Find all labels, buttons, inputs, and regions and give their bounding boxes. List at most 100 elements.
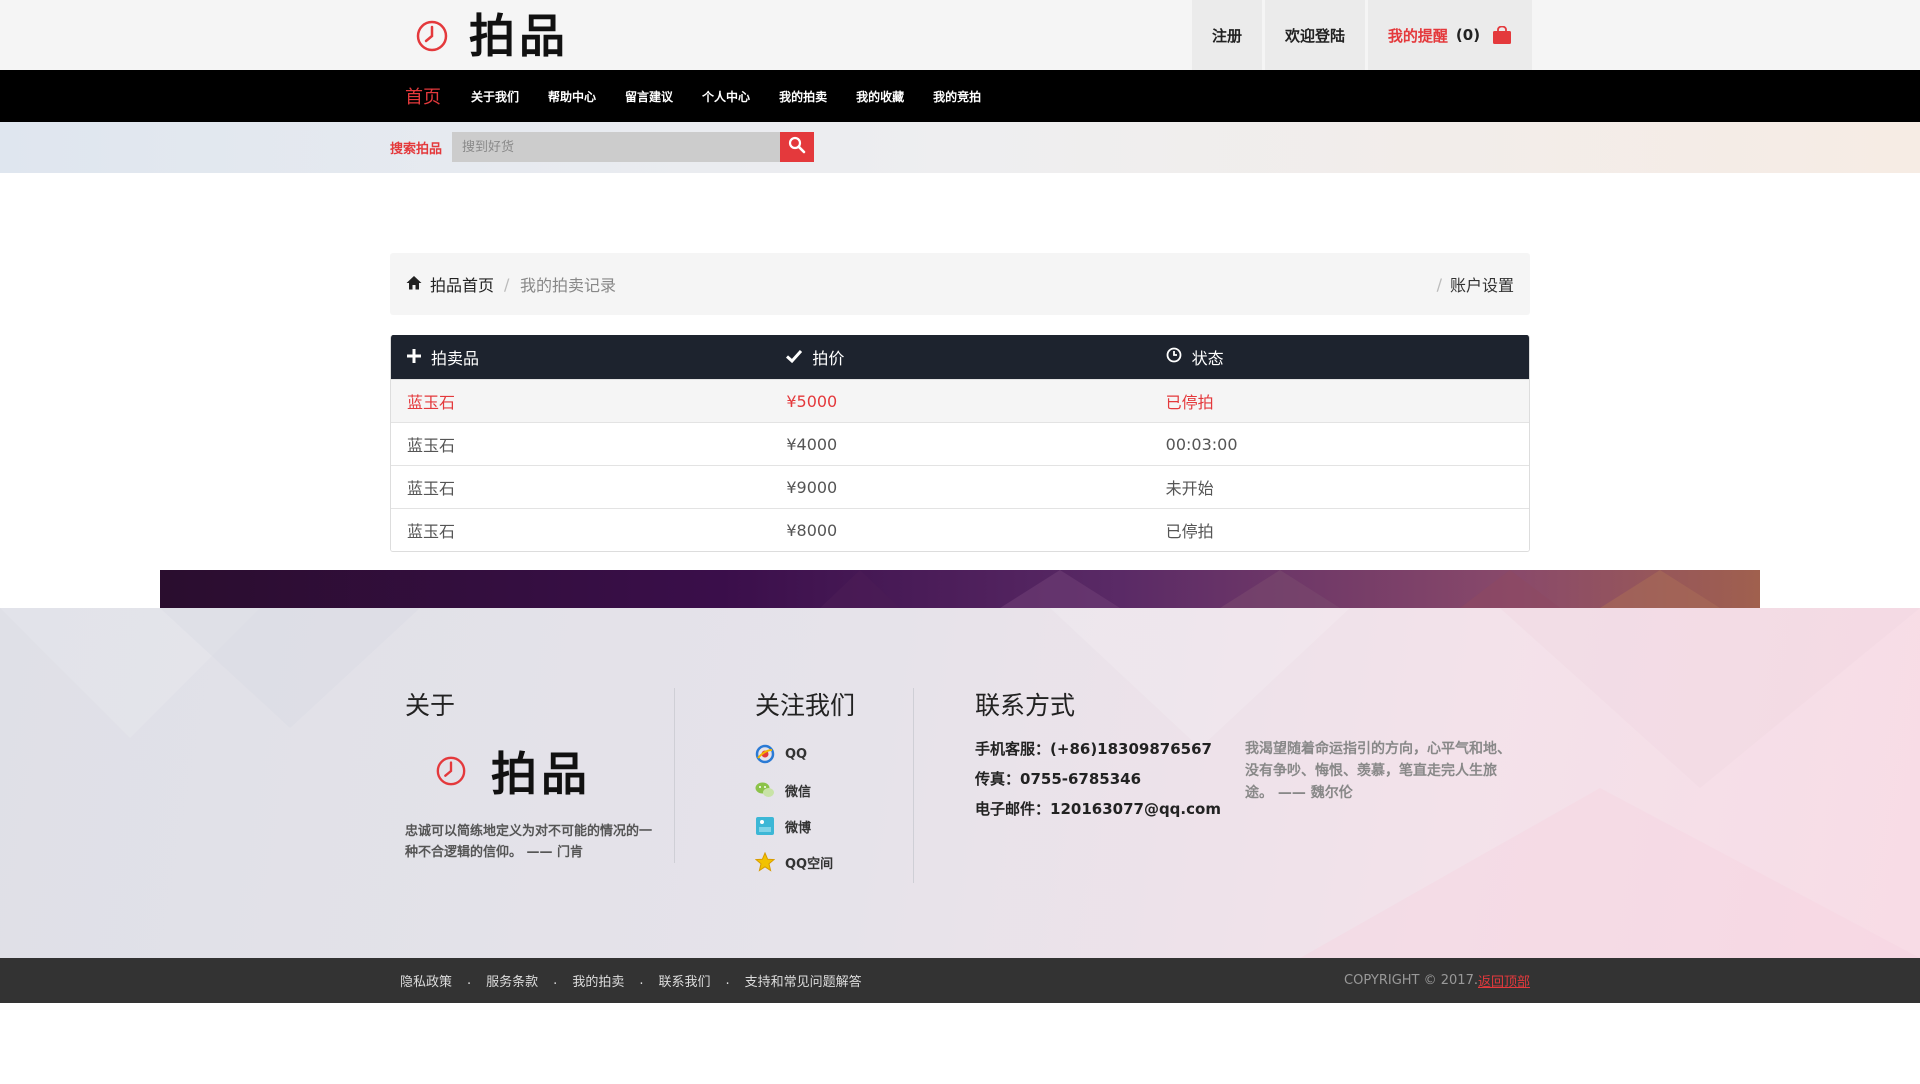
user-links: 注册 欢迎登陆 我的提醒 (0) (1192, 0, 1532, 70)
support-faq-link[interactable]: 支持和常见问题解答 (745, 971, 862, 990)
decorative-banner (160, 570, 1760, 608)
privacy-policy-link[interactable]: 隐私政策 (400, 971, 452, 990)
account-settings-link[interactable]: / 账户设置 (1437, 253, 1514, 315)
contact-phone: 手机客服：(+86)18309876567 (975, 734, 1221, 764)
breadcrumb-home-link[interactable]: 拍品首页 (406, 253, 494, 315)
column-divider (913, 688, 914, 883)
price-cell: ¥9000 (786, 477, 838, 497)
email-value: 120163077@qq.com (1050, 800, 1221, 818)
qq-icon (755, 744, 775, 764)
breadcrumb: 拍品首页 / 我的拍卖记录 / 账户设置 (390, 253, 1530, 315)
clock-icon (1166, 347, 1192, 367)
login-link[interactable]: 欢迎登陆 (1265, 0, 1365, 70)
register-label: 注册 (1211, 26, 1242, 45)
social-label: 微博 (785, 820, 812, 836)
search-input[interactable] (452, 132, 780, 162)
email-label: 电子邮件： (975, 800, 1051, 818)
brand-name: 拍品 (469, 9, 569, 63)
checkmark-icon (786, 348, 812, 367)
nav-item-my-bids[interactable]: 我的竞拍 (933, 88, 981, 105)
social-label: QQ (785, 746, 808, 762)
copyright-text: COPYRIGHT © 2017. (1344, 973, 1478, 988)
back-to-top-link[interactable]: 返回顶部 (1478, 971, 1530, 990)
item-cell: 蓝玉石 (407, 522, 456, 541)
contact-email: 电子邮件：120163077@qq.com (975, 794, 1221, 824)
contact-title: 联系方式 (975, 691, 1076, 720)
account-settings-label: 账户设置 (1449, 276, 1514, 295)
my-auctions-link[interactable]: 我的拍卖 (572, 971, 624, 990)
clock-icon (415, 19, 449, 53)
table-row[interactable]: 蓝玉石 ¥5000 已停拍 (391, 379, 1529, 422)
social-link-qzone[interactable]: QQ空间 (755, 844, 833, 880)
fax-label: 传真： (975, 770, 1021, 788)
plus-icon (407, 348, 431, 367)
register-link[interactable]: 注册 (1192, 0, 1262, 70)
my-reminders-link[interactable]: 我的提醒 (0) (1368, 0, 1532, 70)
link-separator: . (467, 973, 472, 988)
breadcrumb-home-label: 拍品首页 (430, 276, 495, 295)
reminders-count: (0) (1455, 26, 1481, 44)
link-separator: . (553, 973, 558, 988)
footer-logo: 拍品 (435, 738, 591, 804)
table-row[interactable]: 蓝玉石 ¥9000 未开始 (391, 465, 1529, 508)
breadcrumb-separator: / (1436, 274, 1442, 294)
qzone-star-icon (755, 852, 775, 872)
breadcrumb-current: 我的拍卖记录 (520, 276, 617, 295)
status-cell: 已停拍 (1165, 522, 1214, 541)
follow-us-title: 关注我们 (755, 691, 856, 720)
nav-item-profile[interactable]: 个人中心 (702, 88, 750, 105)
price-cell: ¥4000 (786, 434, 838, 454)
link-separator: . (725, 973, 730, 988)
site-logo[interactable]: 拍品 (415, 10, 569, 62)
column-header-label: 拍卖品 (431, 349, 480, 368)
nav-item-my-auctions[interactable]: 我的拍卖 (779, 88, 827, 105)
table-header: 拍卖品 拍价 状态 (391, 335, 1529, 379)
nav-item-help[interactable]: 帮助中心 (548, 88, 596, 105)
column-header-label: 状态 (1191, 349, 1224, 368)
column-header-status: 状态 (1150, 335, 1529, 379)
terms-of-service-link[interactable]: 服务条款 (486, 971, 538, 990)
social-label: QQ空间 (785, 856, 834, 872)
reminders-label: 我的提醒 (1387, 26, 1448, 45)
item-cell: 蓝玉石 (407, 436, 456, 455)
search-button[interactable] (780, 132, 814, 162)
search-band: 搜索拍品 (0, 122, 1920, 173)
contact-us-link[interactable]: 联系我们 (658, 971, 710, 990)
login-label: 欢迎登陆 (1284, 26, 1345, 45)
breadcrumb-separator: / (504, 274, 510, 294)
bottom-links: 隐私政策 . 服务条款 . 我的拍卖 . 联系我们 . 支持和常见问题解答 (400, 958, 862, 1003)
column-header-price: 拍价 (770, 335, 1149, 379)
table-row[interactable]: 蓝玉石 ¥4000 00:03:00 (391, 422, 1529, 465)
clock-icon (435, 755, 467, 787)
table-row[interactable]: 蓝玉石 ¥8000 已停拍 (391, 508, 1529, 551)
top-header: 拍品 注册 欢迎登陆 我的提醒 (0) (0, 0, 1920, 70)
link-separator: . (639, 973, 644, 988)
weibo-icon (755, 816, 775, 836)
footer-brand-name: 拍品 (491, 747, 591, 801)
nav-item-favorites[interactable]: 我的收藏 (856, 88, 904, 105)
auction-records-table: 拍卖品 拍价 状态 蓝玉石 ¥5000 已停拍 蓝玉石 ¥4000 00:03:… (390, 335, 1530, 552)
about-quote: 忠诚可以简练地定义为对不可能的情况的一种不合逻辑的信仰。 —— 门肯 (405, 824, 653, 860)
status-cell: 已停拍 (1165, 393, 1214, 412)
column-divider (674, 688, 675, 863)
social-link-wechat[interactable]: 微信 (755, 772, 833, 808)
social-links: QQ 微信 微博 QQ空间 (755, 736, 833, 880)
copyright: COPYRIGHT © 2017. 返回顶部 (1344, 958, 1530, 1003)
search-icon (788, 136, 806, 158)
contact-fax: 传真：0755-6785346 (975, 764, 1221, 794)
status-cell: 未开始 (1165, 479, 1214, 498)
nav-item-about[interactable]: 关于我们 (471, 88, 519, 105)
price-cell: ¥5000 (786, 391, 838, 411)
search-label: 搜索拍品 (390, 142, 443, 157)
shopping-bag-icon (1492, 26, 1512, 44)
column-header-label: 拍价 (812, 349, 845, 368)
contact-info: 手机客服：(+86)18309876567 传真：0755-6785346 电子… (975, 734, 1221, 824)
nav-item-feedback[interactable]: 留言建议 (625, 88, 673, 105)
column-header-item: 拍卖品 (391, 335, 770, 379)
status-cell: 00:03:00 (1165, 434, 1238, 454)
about-title: 关于 (405, 691, 456, 720)
social-link-qq[interactable]: QQ (755, 736, 833, 772)
nav-item-home[interactable]: 首页 (405, 83, 441, 109)
social-label: 微信 (785, 784, 812, 800)
social-link-weibo[interactable]: 微博 (755, 808, 833, 844)
